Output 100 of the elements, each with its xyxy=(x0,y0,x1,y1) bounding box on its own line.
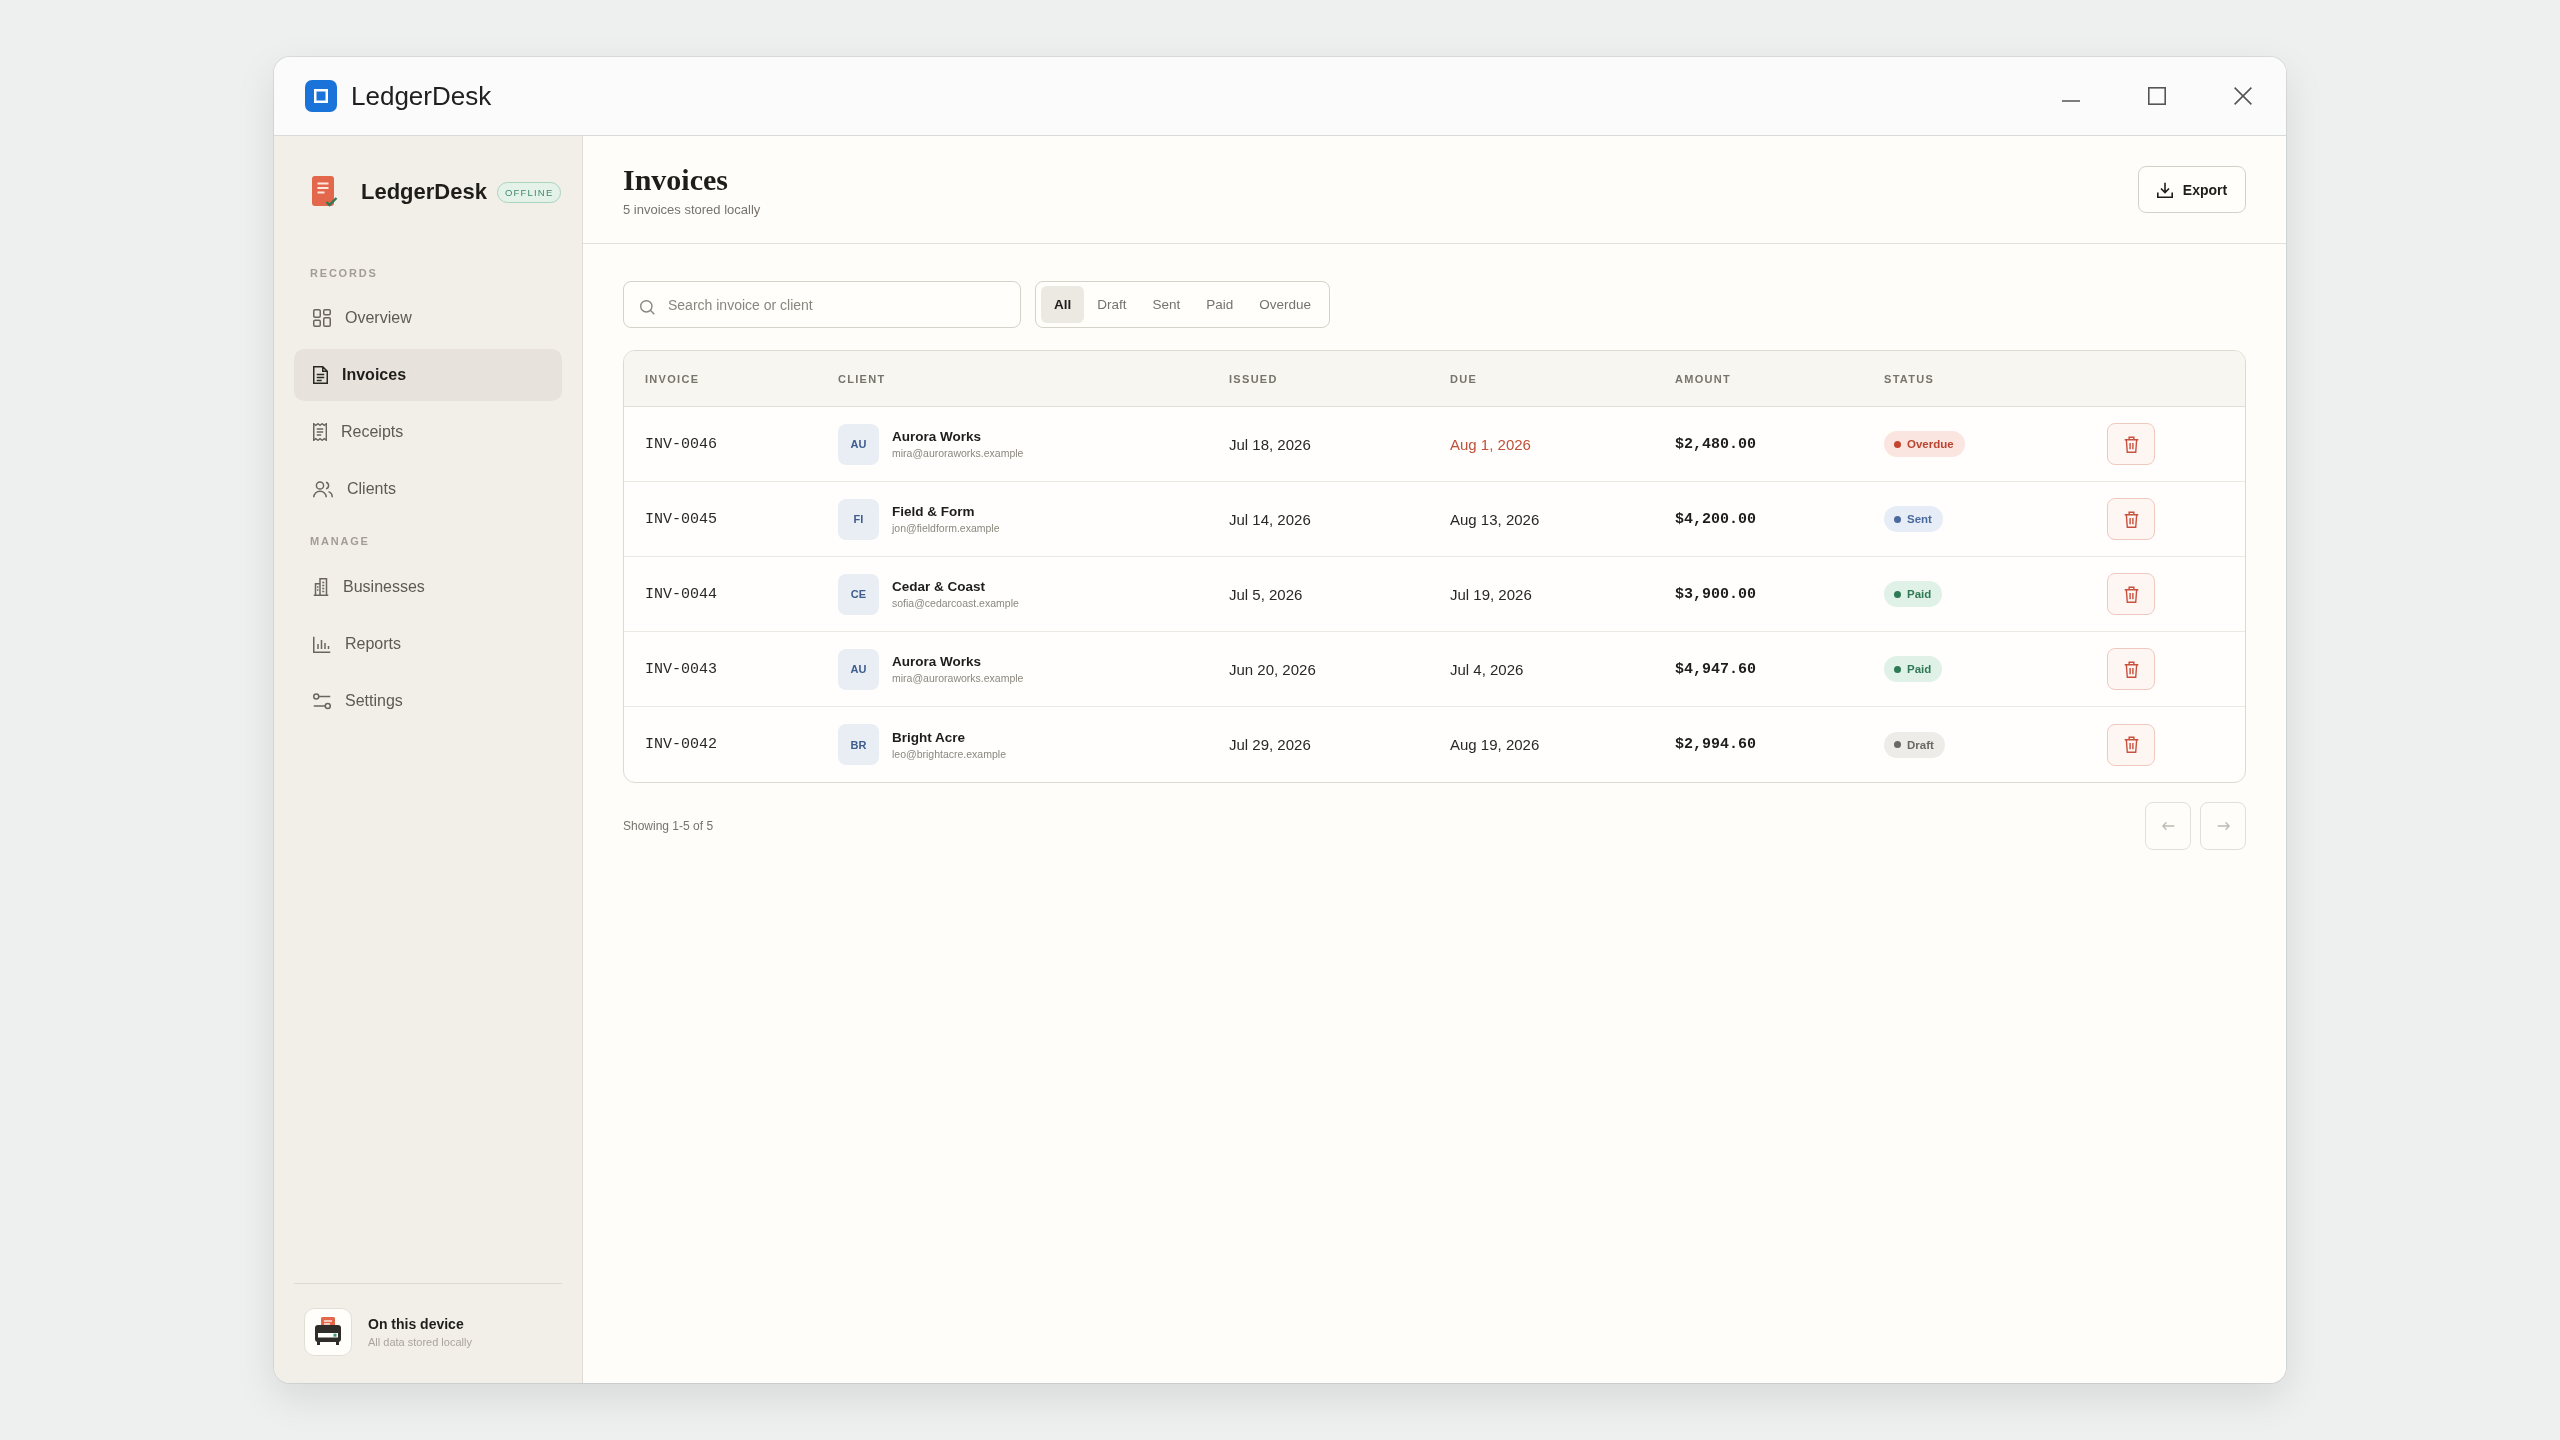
search-icon xyxy=(640,300,655,315)
issued-date: Jun 20, 2026 xyxy=(1229,660,1316,678)
amount: $4,200.00 xyxy=(1675,510,1756,528)
column-header: STATUS xyxy=(1884,372,1935,385)
export-button[interactable]: Export xyxy=(2138,166,2246,213)
invoice-number: INV-0042 xyxy=(645,736,717,753)
delete-button[interactable] xyxy=(2107,723,2155,766)
sliders-icon xyxy=(313,692,331,710)
invoice-number: INV-0045 xyxy=(645,510,717,528)
trash-icon xyxy=(2123,736,2139,753)
nav-item[interactable]: Overview xyxy=(294,292,562,344)
delete-button[interactable] xyxy=(2107,423,2155,465)
due-date: Aug 19, 2026 xyxy=(1450,736,1540,753)
users-icon xyxy=(313,480,333,498)
status-badge: Sent xyxy=(1884,506,1943,532)
status-badge: Paid xyxy=(1884,581,1943,607)
delete-button[interactable] xyxy=(2107,498,2155,540)
grid-icon xyxy=(313,309,331,327)
status-badge: Overdue xyxy=(1884,431,1965,457)
status-dot-icon xyxy=(1894,440,1901,448)
status-dot-icon xyxy=(1894,741,1901,748)
client-email: jon@fieldform.example xyxy=(892,522,1000,534)
arrow-left-icon xyxy=(2161,821,2175,831)
building-icon xyxy=(313,578,329,596)
section-label: MANAGE xyxy=(309,534,371,549)
printer-icon xyxy=(304,1308,352,1356)
minimize-icon xyxy=(2062,100,2080,102)
client-name: Aurora Works xyxy=(892,429,983,444)
client-email: sofia@cedarcoast.example xyxy=(892,597,1019,609)
filter-tab[interactable]: Overdue xyxy=(1246,286,1325,323)
client-name: Cedar & Coast xyxy=(892,579,987,594)
app-icon xyxy=(305,80,337,112)
amount: $4,947.60 xyxy=(1675,660,1756,678)
filter-tab[interactable]: All xyxy=(1041,286,1085,323)
page-subtitle: 5 invoices stored locally xyxy=(623,202,761,217)
download-icon xyxy=(2156,181,2173,198)
offline-badge: OFFLINE xyxy=(496,181,562,203)
page-title: Invoices xyxy=(623,162,729,198)
client-avatar: BR xyxy=(838,724,879,765)
window-title: LedgerDesk xyxy=(351,80,492,112)
document-icon xyxy=(313,366,328,384)
close-icon xyxy=(2234,87,2252,105)
status-dot-icon xyxy=(1894,515,1901,523)
amount: $2,994.60 xyxy=(1675,736,1756,753)
due-date: Aug 13, 2026 xyxy=(1450,510,1540,528)
due-date: Jul 4, 2026 xyxy=(1450,660,1524,678)
trash-icon xyxy=(2123,435,2139,453)
filter-tab[interactable]: Draft xyxy=(1084,286,1140,323)
nav-item[interactable]: Settings xyxy=(294,675,562,727)
client-email: mira@auroraworks.example xyxy=(892,447,1024,459)
delete-button[interactable] xyxy=(2107,573,2155,615)
storage-subtitle: All data stored locally xyxy=(368,1336,472,1348)
issued-date: Jul 5, 2026 xyxy=(1229,585,1303,603)
brand-name: LedgerDesk xyxy=(361,179,487,205)
client-name: Field & Form xyxy=(892,504,976,519)
nav-item[interactable]: Clients xyxy=(294,463,562,515)
issued-date: Jul 18, 2026 xyxy=(1229,435,1311,453)
maximize-icon xyxy=(2148,87,2166,105)
column-header: INVOICE xyxy=(645,372,700,385)
document-check-icon xyxy=(312,176,338,208)
issued-date: Jul 14, 2026 xyxy=(1229,510,1311,528)
delete-button[interactable] xyxy=(2107,648,2155,690)
section-label: RECORDS xyxy=(309,266,379,281)
column-header: CLIENT xyxy=(838,372,886,385)
nav-item[interactable]: Invoices xyxy=(294,349,562,401)
client-name: Aurora Works xyxy=(892,654,983,669)
filter-tab[interactable]: Sent xyxy=(1139,286,1194,323)
client-avatar: AU xyxy=(838,423,879,465)
column-header: AMOUNT xyxy=(1675,372,1732,385)
amount: $3,900.00 xyxy=(1675,585,1756,603)
invoice-number: INV-0043 xyxy=(645,660,717,678)
client-avatar: FI xyxy=(838,498,879,540)
storage-title: On this device xyxy=(368,1316,465,1332)
trash-icon xyxy=(2123,585,2139,603)
status-dot-icon xyxy=(1894,665,1901,673)
status-dot-icon xyxy=(1894,590,1901,598)
filter-tab[interactable]: Paid xyxy=(1193,286,1247,323)
nav-item[interactable]: Reports xyxy=(294,618,562,670)
arrow-right-icon xyxy=(2216,821,2230,831)
invoice-number: INV-0046 xyxy=(645,435,717,453)
bar-chart-icon xyxy=(313,635,331,653)
client-avatar: CE xyxy=(838,573,879,615)
issued-date: Jul 29, 2026 xyxy=(1229,736,1311,753)
client-email: leo@brightacre.example xyxy=(892,747,1006,760)
client-name: Bright Acre xyxy=(892,729,966,745)
due-date: Jul 19, 2026 xyxy=(1450,585,1532,603)
client-email: mira@auroraworks.example xyxy=(892,672,1024,684)
client-avatar: AU xyxy=(838,648,879,690)
trash-icon xyxy=(2123,510,2139,528)
due-date: Aug 1, 2026 xyxy=(1450,435,1531,453)
receipt-icon xyxy=(313,423,327,441)
search-field[interactable]: Search invoice or client xyxy=(623,281,1021,328)
column-header: ISSUED xyxy=(1229,372,1278,385)
amount: $2,480.00 xyxy=(1675,435,1756,453)
nav-item[interactable]: Receipts xyxy=(294,406,562,458)
status-badge: Draft xyxy=(1884,731,1945,758)
status-badge: Paid xyxy=(1884,656,1943,682)
invoice-number: INV-0044 xyxy=(645,585,717,603)
nav-item[interactable]: Businesses xyxy=(294,561,562,613)
results-summary: Showing 1-5 of 5 xyxy=(623,819,714,833)
